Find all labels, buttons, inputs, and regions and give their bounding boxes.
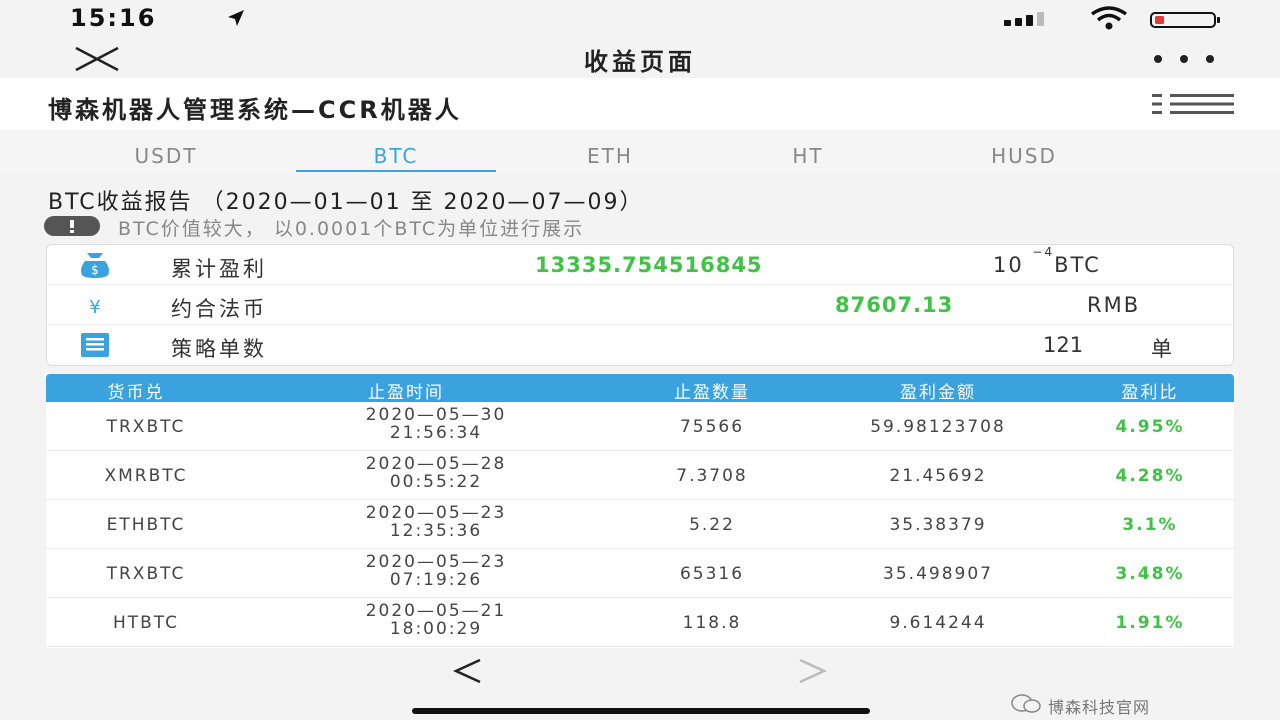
fiat-unit: RMB — [1087, 293, 1141, 317]
profit-label: 累计盈利 — [171, 257, 267, 281]
profit-table: 货币兑 止盈时间 止盈数量 盈利金额 盈利比 TRXBTC 2020—05—30… — [46, 374, 1234, 648]
cell-pair: TRXBTC — [106, 564, 186, 584]
report-title: BTC收益报告 （2020—01—01 至 2020—07—09） — [48, 190, 644, 215]
cell-amount: 35.498907 — [883, 564, 993, 584]
cell-amount: 35.38379 — [889, 515, 987, 535]
currency-tabs: USDT BTC ETH HT HUSD — [0, 130, 1280, 172]
nav-header: 收益页面 — [0, 38, 1280, 78]
hamburger-menu-icon[interactable] — [1150, 92, 1236, 116]
tab-btc[interactable]: BTC — [296, 144, 496, 168]
cell-ratio: 1.91% — [1115, 613, 1185, 633]
yen-icon: ¥ — [89, 297, 100, 318]
cell-pair: ETHBTC — [106, 515, 186, 535]
cell-pair: XMRBTC — [104, 466, 188, 486]
table-row[interactable]: TRXBTC 2020—05—23 07:19:26 65316 35.49890… — [46, 549, 1234, 598]
summary-row-orders: 策略单数 121 单 — [47, 325, 1235, 365]
orders-value: 121 — [1043, 333, 1084, 357]
status-time: 15:16 — [70, 4, 157, 32]
summary-row-fiat: ¥ 约合法币 87607.13 RMB — [47, 285, 1235, 325]
bottom-bar: 博森科技官网 — [0, 648, 1280, 720]
cell-time: 2020—05—28 00:55:22 — [365, 454, 507, 492]
battery-icon — [1150, 12, 1220, 28]
summary-row-profit: $ 累计盈利 13335.754516845 10 −4BTC — [47, 245, 1235, 285]
info-alert-icon — [44, 216, 100, 236]
wechat-icon — [1011, 694, 1041, 713]
app-bar: 博森机器人管理系统—CCR机器人 — [0, 78, 1280, 130]
home-indicator[interactable] — [412, 708, 870, 714]
cell-ratio: 3.48% — [1115, 564, 1185, 584]
watermark-text: 博森科技官网 — [1048, 698, 1151, 717]
document-list-icon — [81, 333, 109, 357]
cell-amount: 21.45692 — [889, 466, 987, 486]
cell-qty: 7.3708 — [676, 466, 748, 486]
tab-eth[interactable]: ETH — [510, 144, 710, 168]
col-ratio: 盈利比 — [1121, 383, 1179, 403]
cell-time: 2020—05—21 18:00:29 — [365, 601, 507, 639]
col-amount: 盈利金额 — [900, 383, 976, 403]
more-options-icon[interactable] — [1150, 54, 1218, 64]
cell-ratio: 4.95% — [1115, 417, 1185, 437]
cell-time: 2020—05—23 07:19:26 — [365, 552, 507, 590]
tab-ht[interactable]: HT — [708, 144, 908, 168]
money-bag-icon: $ — [81, 253, 109, 278]
col-qty: 止盈数量 — [674, 383, 750, 403]
cell-amount: 59.98123708 — [870, 417, 1006, 437]
app-title: 博森机器人管理系统—CCR机器人 — [48, 96, 462, 124]
status-bar: 15:16 — [0, 0, 1280, 38]
cell-qty: 118.8 — [682, 613, 742, 633]
signal-icon — [1004, 12, 1044, 26]
active-tab-indicator — [296, 170, 496, 172]
orders-label: 策略单数 — [171, 337, 267, 361]
profit-value: 13335.754516845 — [535, 253, 763, 277]
cell-amount: 9.614244 — [889, 613, 987, 633]
fiat-label: 约合法币 — [171, 297, 267, 321]
page-title: 收益页面 — [584, 48, 696, 76]
svg-text:$: $ — [91, 263, 99, 277]
notice-text: BTC价值较大， 以0.0001个BTC为单位进行展示 — [118, 218, 585, 240]
tab-usdt[interactable]: USDT — [66, 144, 266, 168]
table-row[interactable]: TRXBTC 2020—05—30 21:56:34 75566 59.98123… — [46, 402, 1234, 451]
cell-ratio: 4.28% — [1115, 466, 1185, 486]
col-pair: 货币兑 — [107, 383, 165, 403]
cell-ratio: 3.1% — [1122, 515, 1178, 535]
location-arrow-icon — [228, 10, 244, 26]
tab-husd[interactable]: HUSD — [924, 144, 1124, 168]
cell-qty: 65316 — [679, 564, 745, 584]
table-row[interactable]: HTBTC 2020—05—21 18:00:29 118.8 9.614244 … — [46, 598, 1234, 647]
forward-arrow-icon[interactable] — [796, 656, 828, 686]
cell-time: 2020—05—30 21:56:34 — [365, 405, 507, 443]
cell-pair: HTBTC — [112, 613, 180, 633]
cell-qty: 5.22 — [689, 515, 735, 535]
table-header: 货币兑 止盈时间 止盈数量 盈利金额 盈利比 — [46, 374, 1234, 403]
orders-unit: 单 — [1151, 337, 1172, 361]
table-row[interactable]: XMRBTC 2020—05—28 00:55:22 7.3708 21.4569… — [46, 451, 1234, 500]
wifi-icon — [1090, 6, 1128, 30]
summary-card: $ 累计盈利 13335.754516845 10 −4BTC ¥ 约合法币 8… — [46, 244, 1235, 366]
profit-unit: 10 −4BTC — [993, 245, 1101, 277]
fiat-value: 87607.13 — [835, 293, 954, 317]
back-arrow-icon[interactable] — [452, 656, 484, 686]
col-time: 止盈时间 — [368, 383, 444, 403]
cell-time: 2020—05—23 12:35:36 — [365, 503, 507, 541]
cell-qty: 75566 — [679, 417, 745, 437]
table-row[interactable]: ETHBTC 2020—05—23 12:35:36 5.22 35.38379 … — [46, 500, 1234, 549]
cell-pair: TRXBTC — [106, 417, 186, 437]
svg-text:¥: ¥ — [89, 297, 100, 318]
